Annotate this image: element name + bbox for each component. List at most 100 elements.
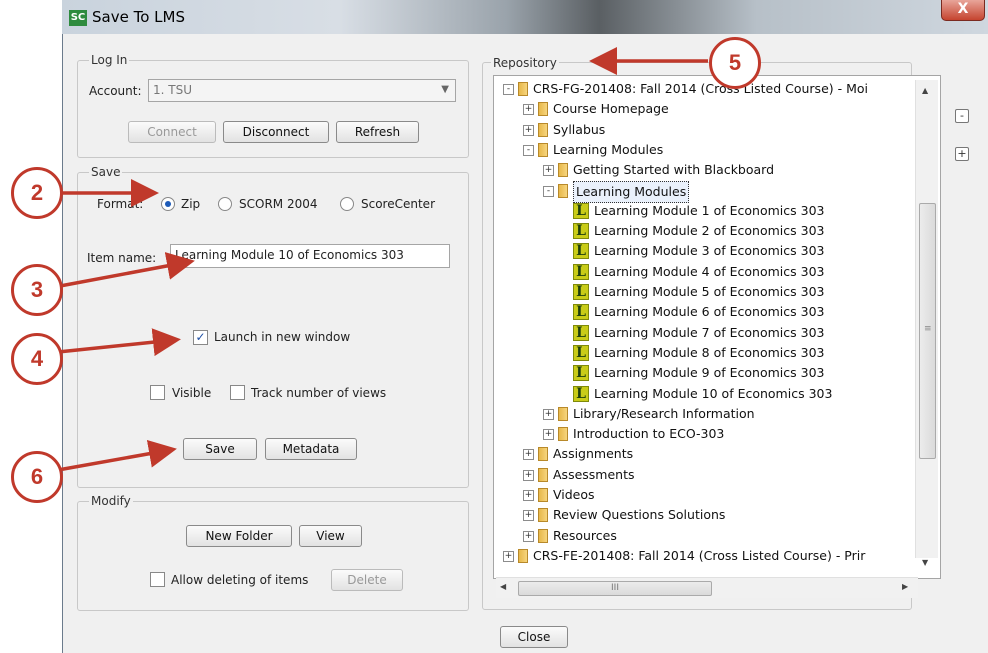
collapse-all-button[interactable]: - xyxy=(955,109,969,123)
tree-item-learning-module[interactable]: L Learning Module 5 of Economics 303 xyxy=(494,282,934,302)
title-bar xyxy=(62,0,988,34)
connect-button[interactable]: Connect xyxy=(128,121,216,143)
tree-node-label: CRS-FG-201408: Fall 2014 (Cross Listed C… xyxy=(533,81,868,96)
launch-new-window-checkbox[interactable]: ✓ xyxy=(193,330,208,345)
refresh-button[interactable]: Refresh xyxy=(336,121,419,143)
tree-node-label: Learning Modules xyxy=(553,141,664,157)
tree-node-label: Getting Started with Blackboard xyxy=(573,162,775,178)
visible-checkbox[interactable] xyxy=(150,385,165,400)
folder-icon xyxy=(538,447,548,462)
learning-module-icon: L xyxy=(573,385,589,402)
tree-folder[interactable]: - Learning Modules xyxy=(494,180,934,203)
expand-node-icon[interactable]: + xyxy=(523,449,534,461)
tree-item-learning-module[interactable]: L Learning Module 9 of Economics 303 xyxy=(494,363,934,383)
metadata-button[interactable]: Metadata xyxy=(265,438,357,460)
tree-folder[interactable]: + Assignments xyxy=(494,444,934,464)
tree-folder[interactable]: - Learning Modules xyxy=(494,140,934,160)
scroll-right-icon[interactable]: ▶ xyxy=(902,582,908,591)
collapse-node-icon[interactable]: - xyxy=(523,144,534,156)
tree-folder[interactable]: - CRS-FG-201408: Fall 2014 (Cross Listed … xyxy=(494,79,934,99)
format-scorm-radio[interactable] xyxy=(218,197,232,211)
folder-icon xyxy=(538,528,548,543)
tree-folder[interactable]: + CRS-FE-201408: Fall 2014 (Cross Listed … xyxy=(494,546,934,566)
expand-node-icon[interactable]: + xyxy=(523,469,534,481)
format-zip-label: Zip xyxy=(181,197,201,211)
tree-folder[interactable]: + Resources xyxy=(494,526,934,546)
tree-folder[interactable]: + Review Questions Solutions xyxy=(494,505,934,525)
expand-node-icon[interactable]: + xyxy=(523,124,534,136)
account-label: Account: xyxy=(89,84,142,98)
learning-module-icon: L xyxy=(573,263,589,280)
horizontal-scrollbar[interactable]: ◀ III ▶ xyxy=(496,577,918,598)
folder-icon xyxy=(538,142,548,157)
expand-node-icon[interactable]: + xyxy=(543,429,554,441)
tree-node-label: Learning Module 1 of Economics 303 xyxy=(594,202,825,218)
collapse-node-icon[interactable]: - xyxy=(543,185,554,197)
expand-node-icon[interactable]: + xyxy=(523,490,534,501)
close-button[interactable]: Close xyxy=(500,626,568,648)
modify-group xyxy=(77,501,469,611)
tree-folder[interactable]: + Assessments xyxy=(494,465,934,485)
collapse-node-icon[interactable]: - xyxy=(503,84,514,95)
tree-item-learning-module[interactable]: L Learning Module 4 of Economics 303 xyxy=(494,262,934,282)
tree-folder[interactable]: + Introduction to ECO-303 xyxy=(494,424,934,444)
tree-node-label: Learning Module 3 of Economics 303 xyxy=(594,243,825,259)
desktop-background xyxy=(0,0,62,653)
scroll-down-icon[interactable]: ▼ xyxy=(922,558,928,567)
repository-tree[interactable]: - CRS-FG-201408: Fall 2014 (Cross Listed … xyxy=(493,75,941,579)
tree-node-label: Assignments xyxy=(553,446,634,462)
learning-module-icon: L xyxy=(573,344,589,361)
item-name-label: Item name: xyxy=(87,251,157,265)
track-views-checkbox[interactable] xyxy=(230,385,245,400)
tree-folder[interactable]: + Videos xyxy=(494,485,934,505)
expand-node-icon[interactable]: + xyxy=(523,510,534,522)
tree-item-learning-module[interactable]: L Learning Module 10 of Economics 303 xyxy=(494,384,934,404)
tree-node-label: Learning Module 10 of Economics 303 xyxy=(594,385,833,401)
save-button[interactable]: Save xyxy=(183,438,257,460)
expand-node-icon[interactable]: + xyxy=(523,530,534,542)
scroll-left-icon[interactable]: ◀ xyxy=(500,582,506,591)
tree-item-learning-module[interactable]: L Learning Module 8 of Economics 303 xyxy=(494,343,934,363)
account-select[interactable]: 1. TSU ▼ xyxy=(148,79,456,102)
format-zip-radio[interactable] xyxy=(161,197,175,211)
allow-deleting-checkbox[interactable] xyxy=(150,572,165,587)
expand-all-button[interactable]: + xyxy=(955,147,969,161)
tree-folder[interactable]: + Course Homepage xyxy=(494,99,934,119)
delete-button[interactable]: Delete xyxy=(331,569,403,591)
tree-item-learning-module[interactable]: L Learning Module 7 of Economics 303 xyxy=(494,323,934,343)
tree-item-learning-module[interactable]: L Learning Module 3 of Economics 303 xyxy=(494,241,934,261)
learning-module-icon: L xyxy=(573,243,589,260)
tree-folder[interactable]: + Library/Research Information xyxy=(494,404,934,424)
window-close-button[interactable]: X xyxy=(941,0,985,21)
expand-node-icon[interactable]: + xyxy=(503,550,514,562)
annotation-badge-5: 5 xyxy=(709,37,761,89)
folder-icon xyxy=(538,102,548,117)
tree-folder[interactable]: + Syllabus xyxy=(494,120,934,140)
tree-node-label: Assessments xyxy=(553,466,635,482)
tree-folder[interactable]: + Getting Started with Blackboard xyxy=(494,160,934,180)
tree-item-learning-module[interactable]: L Learning Module 6 of Economics 303 xyxy=(494,302,934,322)
vertical-scroll-thumb[interactable]: ≡ xyxy=(919,203,936,459)
item-name-field[interactable]: Learning Module 10 of Economics 303 xyxy=(170,244,450,268)
scroll-up-icon[interactable]: ▲ xyxy=(922,86,928,95)
annotation-badge-2: 2 xyxy=(11,167,63,219)
horizontal-scroll-thumb[interactable]: III xyxy=(518,581,712,596)
format-scorecenter-radio[interactable] xyxy=(340,197,354,211)
tree-item-learning-module[interactable]: L Learning Module 2 of Economics 303 xyxy=(494,221,934,241)
vertical-scrollbar[interactable]: ▲ ≡ ▼ xyxy=(915,80,938,567)
learning-module-icon: L xyxy=(573,284,589,300)
tree-node-label: Learning Module 5 of Economics 303 xyxy=(594,284,825,299)
expand-node-icon[interactable]: + xyxy=(543,165,554,177)
expand-node-icon[interactable]: + xyxy=(543,408,554,420)
folder-icon xyxy=(538,508,548,523)
new-folder-button[interactable]: New Folder xyxy=(186,525,292,547)
tree-node-label: Review Questions Solutions xyxy=(553,507,726,523)
folder-icon xyxy=(558,427,568,442)
launch-new-window-label: Launch in new window xyxy=(214,330,351,344)
disconnect-button[interactable]: Disconnect xyxy=(223,121,329,143)
folder-icon xyxy=(558,183,568,198)
tree-item-learning-module[interactable]: L Learning Module 1 of Economics 303 xyxy=(494,201,934,221)
expand-node-icon[interactable]: + xyxy=(523,104,534,116)
allow-deleting-label: Allow deleting of items xyxy=(171,573,309,587)
view-button[interactable]: View xyxy=(299,525,362,547)
